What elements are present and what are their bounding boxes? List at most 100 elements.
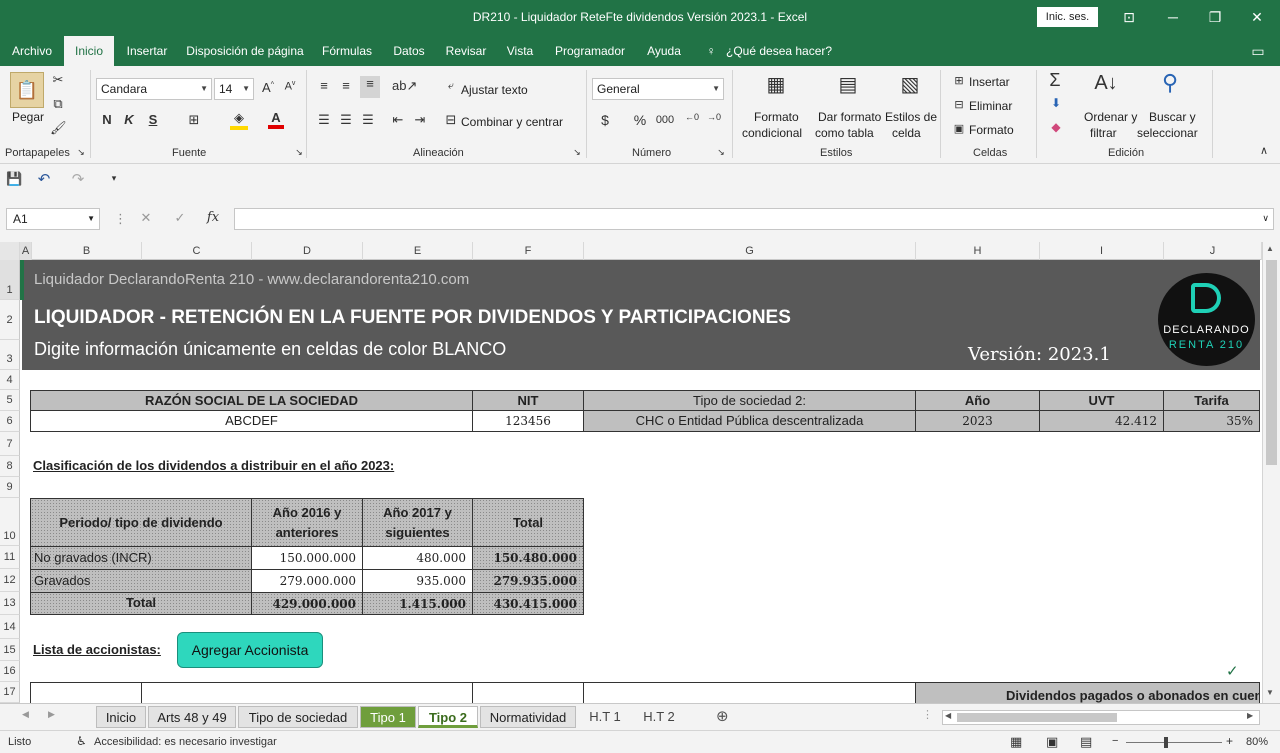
save-icon[interactable]: 💾	[6, 171, 22, 187]
font-color-icon[interactable]: A	[268, 110, 284, 129]
tab-formulas[interactable]: Fórmulas	[316, 36, 378, 66]
col-header-d[interactable]: D	[252, 242, 363, 260]
col-header-h[interactable]: H	[916, 242, 1040, 260]
conditional-format-line2[interactable]: condicional	[742, 126, 802, 140]
tab-archivo[interactable]: Archivo	[4, 36, 60, 66]
col-header-f[interactable]: F	[473, 242, 584, 260]
fill-color-icon[interactable]: ◈	[230, 110, 248, 130]
increase-font-icon[interactable]: A^	[260, 80, 276, 95]
page-layout-icon[interactable]: ▣	[1046, 734, 1058, 750]
comments-icon[interactable]: ▭	[1246, 36, 1270, 66]
row-header-5[interactable]: 5	[0, 390, 20, 411]
col-header-e[interactable]: E	[363, 242, 473, 260]
underline-button[interactable]: S	[146, 112, 160, 127]
fill-icon[interactable]: ⬇	[1048, 96, 1064, 110]
scroll-right-icon[interactable]: ▶	[1247, 711, 1253, 720]
vertical-scrollbar[interactable]: ▲ ▼	[1262, 242, 1280, 703]
decrease-indent-icon[interactable]: ⇤	[390, 112, 406, 128]
sheet-tab-normatividad[interactable]: Normatividad	[480, 706, 576, 728]
ribbon-display-icon[interactable]: ⊡	[1114, 6, 1144, 28]
sheet-tab-inicio[interactable]: Inicio	[96, 706, 146, 728]
gravados-2016-cell[interactable]: 279.000.000	[251, 569, 363, 593]
align-middle-icon[interactable]: ≡	[338, 78, 354, 93]
col-header-a[interactable]: A	[20, 242, 32, 260]
conditional-format-icon[interactable]: ▦	[762, 72, 790, 104]
row-header-13[interactable]: 13	[0, 592, 20, 615]
tab-ayuda[interactable]: Ayuda	[640, 36, 688, 66]
tab-datos[interactable]: Datos	[386, 36, 432, 66]
minimize-icon[interactable]: ─	[1158, 6, 1188, 28]
no-gravados-2016-cell[interactable]: 150.000.000	[251, 546, 363, 570]
vertical-scroll-thumb[interactable]	[1266, 260, 1277, 465]
row-header-17[interactable]: 17	[0, 682, 20, 703]
tab-disposicion[interactable]: Disposición de página	[182, 36, 308, 66]
row-header-9[interactable]: 9	[0, 477, 20, 498]
sheet-tab-ht1[interactable]: H.T 1	[584, 706, 626, 728]
font-name-input[interactable]: Candara ▼	[96, 78, 212, 100]
find-select-line1[interactable]: Buscar y	[1149, 110, 1196, 124]
align-center-icon[interactable]: ☰	[338, 112, 354, 128]
row-header-8[interactable]: 8	[0, 456, 20, 477]
delete-cells-icon[interactable]: ⊟	[952, 98, 966, 111]
sheet-tab-tipo-sociedad[interactable]: Tipo de sociedad	[238, 706, 358, 728]
sheet-tab-tipo-2[interactable]: Tipo 2	[418, 706, 478, 728]
worksheet[interactable]: Liquidador DeclarandoRenta 210 - www.dec…	[20, 260, 1262, 703]
align-top-icon[interactable]: ≡	[316, 78, 332, 93]
increase-indent-icon[interactable]: ⇥	[412, 112, 428, 128]
row-header-6[interactable]: 6	[0, 411, 20, 432]
enter-icon[interactable]: ✓	[172, 210, 188, 226]
normal-view-icon[interactable]: ▦	[1010, 734, 1022, 750]
align-left-icon[interactable]: ☰	[316, 112, 332, 128]
sheet-tab-tipo-1[interactable]: Tipo 1	[360, 706, 416, 728]
row-header-12[interactable]: 12	[0, 569, 20, 592]
tab-split-icon[interactable]: ⋮	[922, 708, 933, 721]
number-format-select[interactable]: General ▼	[592, 78, 724, 100]
tab-revisar[interactable]: Revisar	[440, 36, 492, 66]
insert-function-button[interactable]: fx	[204, 210, 222, 225]
align-bottom-icon[interactable]: ≡	[360, 76, 380, 98]
row-header-14[interactable]: 14	[0, 615, 20, 639]
add-shareholder-button[interactable]: Agregar Accionista	[177, 632, 323, 668]
horizontal-scroll-thumb[interactable]	[957, 713, 1117, 722]
format-table-icon[interactable]: ▤	[834, 72, 862, 104]
cell-styles-line2[interactable]: celda	[892, 126, 921, 140]
decrease-decimal-icon[interactable]: →0	[706, 112, 722, 122]
row-header-11[interactable]: 11	[0, 546, 20, 569]
col-header-i[interactable]: I	[1040, 242, 1164, 260]
redo-icon[interactable]: ↷	[68, 170, 88, 188]
accessibility-status[interactable]: Accesibilidad: es necesario investigar	[94, 736, 277, 748]
nit-cell[interactable]: 123456	[472, 410, 584, 432]
merge-center-button[interactable]: Combinar y centrar	[461, 115, 563, 129]
no-gravados-2017-cell[interactable]: 480.000	[362, 546, 473, 570]
tab-programador[interactable]: Programador	[548, 36, 632, 66]
razon-social-cell[interactable]: ABCDEF	[30, 410, 473, 432]
sort-filter-line1[interactable]: Ordenar y	[1084, 110, 1137, 124]
autosum-icon[interactable]: Σ	[1046, 70, 1064, 91]
undo-icon[interactable]: ↶	[34, 170, 54, 188]
zoom-in-icon[interactable]: +	[1226, 734, 1233, 748]
sign-in-button[interactable]: Inic. ses.	[1037, 7, 1098, 27]
clear-icon[interactable]: ◆	[1048, 120, 1064, 134]
find-select-line2[interactable]: seleccionar	[1137, 126, 1198, 140]
delete-cells-button[interactable]: Eliminar	[969, 99, 1012, 113]
zoom-level[interactable]: 80%	[1246, 736, 1268, 748]
col-header-c[interactable]: C	[142, 242, 252, 260]
orientation-icon[interactable]: ab↗	[392, 78, 417, 94]
scroll-up-icon[interactable]: ▲	[1266, 244, 1274, 253]
bold-button[interactable]: N	[100, 112, 114, 127]
wrap-text-button[interactable]: Ajustar texto	[461, 83, 528, 97]
row-header-3[interactable]: 3	[0, 340, 20, 370]
maximize-icon[interactable]: ❐	[1200, 6, 1230, 28]
gravados-2017-cell[interactable]: 935.000	[362, 569, 473, 593]
name-box[interactable]: A1 ▼	[6, 208, 100, 230]
font-size-input[interactable]: 14 ▼	[214, 78, 254, 100]
row-header-2[interactable]: 2	[0, 300, 20, 340]
cut-icon[interactable]: ✂	[50, 72, 66, 88]
merge-icon[interactable]: ⊟	[443, 112, 459, 128]
insert-cells-button[interactable]: Insertar	[969, 75, 1010, 89]
alignment-dialog-launcher-icon[interactable]: ↘	[572, 147, 582, 158]
row-header-15[interactable]: 15	[0, 639, 20, 661]
dialog-launcher-icon[interactable]: ↘	[76, 147, 86, 158]
close-icon[interactable]: ✕	[1242, 6, 1272, 28]
col-header-g[interactable]: G	[584, 242, 916, 260]
